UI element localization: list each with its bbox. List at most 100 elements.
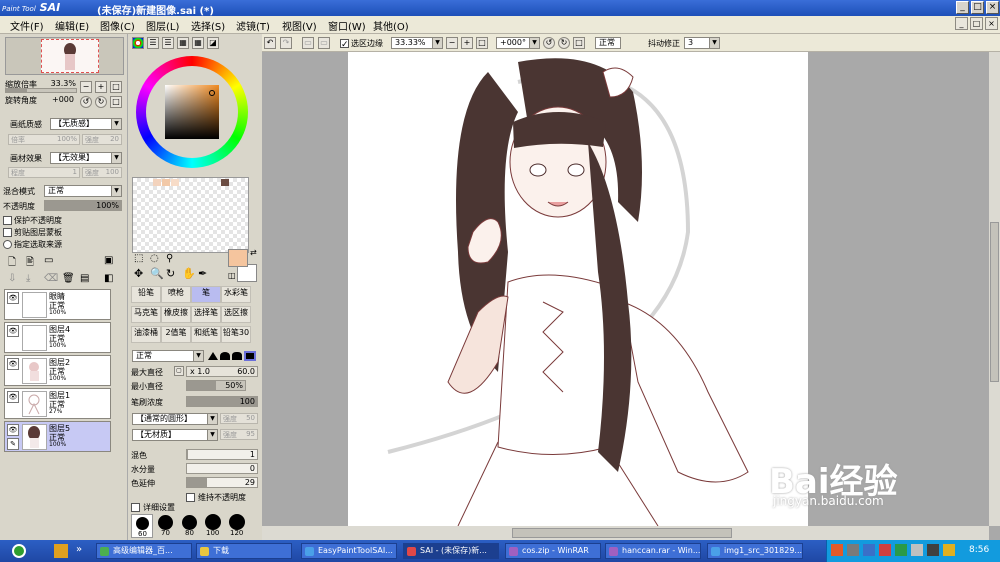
transparent-color-icon[interactable]: ◫: [228, 271, 236, 280]
zoom-out-button[interactable]: −: [80, 81, 92, 93]
task-3[interactable]: SAI - (未保存)新...: [403, 543, 499, 559]
min-size-slider[interactable]: 50%: [186, 380, 246, 391]
persistence-slider[interactable]: 29: [186, 477, 258, 488]
blend-slider[interactable]: 1: [186, 449, 258, 460]
magic-wand-icon[interactable]: ⚲: [166, 253, 173, 264]
eye-icon[interactable]: 👁: [7, 292, 19, 304]
menu-select[interactable]: 选择(S): [191, 18, 225, 33]
canvas-rotate-select[interactable]: +000° ▼: [496, 37, 540, 49]
canvas-zoom-out-button[interactable]: −: [446, 37, 458, 49]
menu-filter[interactable]: 滤镜(T): [236, 18, 270, 33]
show-desktop-icon[interactable]: »: [76, 544, 90, 558]
tray-network-icon[interactable]: [847, 544, 859, 556]
invert-selection-icon[interactable]: ▭: [318, 37, 330, 49]
lasso-icon[interactable]: ◌: [150, 253, 159, 264]
size-preset-100[interactable]: 100: [203, 514, 225, 538]
paper-effect-select[interactable]: 【无效果】 ▼: [50, 152, 122, 164]
tool-brush[interactable]: 笔: [191, 286, 221, 303]
tray-app-icon[interactable]: [831, 544, 843, 556]
paper-scale-box[interactable]: 倍率 100%: [8, 134, 80, 145]
tool-select-pen[interactable]: 选择笔: [191, 306, 221, 323]
primary-color-swatch[interactable]: [228, 249, 248, 267]
close-button[interactable]: ×: [986, 1, 999, 14]
rotate-left-button[interactable]: ↺: [80, 96, 92, 108]
effect-degree-box[interactable]: 程度 1: [8, 167, 80, 178]
tool-eraser[interactable]: 橡皮擦: [161, 306, 191, 323]
swatch-grid-icon[interactable]: ▦: [192, 37, 204, 49]
canvas-rotate-reset-icon[interactable]: □: [573, 37, 585, 49]
swatch-2[interactable]: [162, 179, 170, 186]
tool-watercolor[interactable]: 水彩笔: [221, 286, 251, 303]
menu-window[interactable]: 窗口(W): [328, 18, 366, 33]
tool-pencil30[interactable]: 铅笔30: [221, 326, 251, 343]
size-preset-60[interactable]: 60: [131, 514, 153, 538]
hand-icon[interactable]: ✋: [182, 267, 196, 280]
eye-icon[interactable]: 👁: [7, 391, 19, 403]
clipping-mask-checkbox[interactable]: [3, 228, 12, 237]
transfer-down-icon[interactable]: ⇩: [8, 273, 16, 284]
canvas-mode-select[interactable]: 正常: [595, 37, 621, 49]
swatch-scratchpad[interactable]: [132, 177, 249, 253]
color-wheel[interactable]: [136, 56, 248, 168]
tray-antivirus-icon[interactable]: [879, 544, 891, 556]
dilution-slider[interactable]: 0: [186, 463, 258, 474]
tool-pencil[interactable]: 铅笔: [131, 286, 161, 303]
vertical-scroll-thumb[interactable]: [990, 222, 999, 382]
zoom-reset-button[interactable]: □: [110, 81, 122, 93]
hsv-slider-icon[interactable]: ☰: [162, 37, 174, 49]
horizontal-scrollbar[interactable]: [262, 526, 989, 540]
quicklaunch-icon[interactable]: [54, 544, 68, 558]
tool-airbrush[interactable]: 喷枪: [161, 286, 191, 303]
rect-select-icon[interactable]: ⬚: [134, 253, 143, 264]
canvas-rotate-right-icon[interactable]: ↻: [558, 37, 570, 49]
opacity-slider[interactable]: 100%: [44, 200, 122, 211]
doc-close-button[interactable]: ×: [985, 17, 998, 30]
keep-opacity-checkbox[interactable]: [186, 493, 195, 502]
tray-ime-icon[interactable]: [927, 544, 939, 556]
size-range-button[interactable]: ▢: [174, 366, 184, 376]
layer-item-5[interactable]: 👁 ✎ 图层5 正常 100%: [4, 421, 111, 452]
selection-source-radio[interactable]: [3, 240, 12, 249]
detail-settings-checkbox[interactable]: [131, 503, 140, 512]
brush-texture-select[interactable]: 【无材质】 ▼: [132, 429, 218, 441]
tray-update-icon[interactable]: [895, 544, 907, 556]
task-5[interactable]: hanccan.rar - Win...: [605, 543, 701, 559]
redo-icon[interactable]: ↷: [280, 37, 292, 49]
tray-misc-icon[interactable]: [943, 544, 955, 556]
protect-opacity-checkbox[interactable]: [3, 216, 12, 225]
size-preset-80[interactable]: 80: [179, 514, 201, 538]
layer-item-2[interactable]: 👁 图层2 正常 100%: [4, 355, 111, 386]
zoom-slider[interactable]: [5, 88, 77, 93]
navigator-thumbnail[interactable]: [5, 37, 124, 75]
eye-icon[interactable]: 👁: [7, 424, 19, 436]
canvas-zoom-select[interactable]: 33.33% ▼: [391, 37, 443, 49]
max-size-slider[interactable]: x 1.0 60.0: [186, 366, 258, 377]
eye-icon[interactable]: 👁: [7, 325, 19, 337]
color-mix-icon[interactable]: ▦: [177, 37, 189, 49]
canvas-rotate-left-icon[interactable]: ↺: [543, 37, 555, 49]
scratchpad-icon[interactable]: ◪: [207, 37, 219, 49]
rotate-right-button[interactable]: ↻: [95, 96, 107, 108]
menu-edit[interactable]: 编辑(E): [55, 18, 89, 33]
eyedropper-icon[interactable]: ✒: [198, 267, 207, 280]
new-folder-icon[interactable]: ▭: [44, 255, 53, 266]
new-layer-icon[interactable]: 🗋: [8, 255, 16, 272]
swatch-4[interactable]: [221, 179, 229, 186]
density-slider[interactable]: 100: [186, 396, 258, 407]
canvas-zoom-reset-button[interactable]: □: [476, 37, 488, 49]
menu-layer[interactable]: 图层(L): [146, 18, 179, 33]
apply-mask-icon[interactable]: ◧: [104, 273, 113, 284]
task-6[interactable]: img1_src_301829...: [707, 543, 803, 559]
layer-misc-icon[interactable]: ▤: [80, 273, 89, 284]
swap-colors-icon[interactable]: ⇄: [250, 248, 257, 257]
edge-square-icon[interactable]: [244, 351, 256, 361]
edge-soft-icon[interactable]: [208, 352, 218, 360]
tool-select-eraser[interactable]: 选区擦: [221, 306, 251, 323]
tray-volume-icon[interactable]: [911, 544, 923, 556]
menu-image[interactable]: 图像(C): [100, 18, 135, 33]
brush-mode-select[interactable]: 正常 ▼: [132, 350, 204, 362]
edge-medium-icon[interactable]: [220, 352, 230, 360]
minimize-button[interactable]: _: [956, 1, 969, 14]
blend-mode-select[interactable]: 正常 ▼: [44, 185, 122, 197]
brush-shape-select[interactable]: 【通常的圆形】 ▼: [132, 413, 218, 425]
